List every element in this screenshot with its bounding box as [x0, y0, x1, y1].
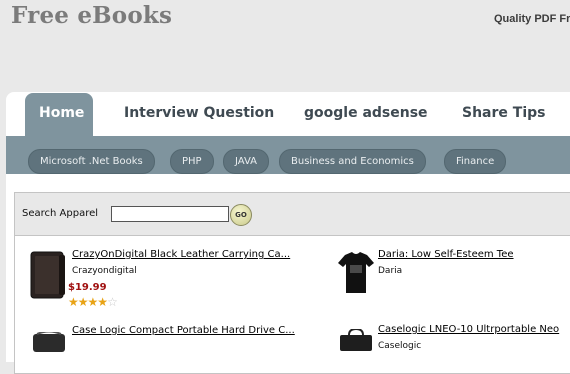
search-label: Search Apparel — [22, 208, 99, 219]
product-brand: Crazyondigital — [72, 266, 137, 276]
category-bar: Microsoft .Net Books PHP JAVA Business a… — [6, 136, 570, 174]
product-image-leather-case[interactable] — [29, 249, 69, 305]
star-icon: ★ — [77, 295, 89, 309]
main-panel: Home Interview Question google adsense S… — [6, 92, 570, 374]
product-item: CrazyOnDigital Black Leather Carrying Ca… — [29, 249, 329, 311]
tab-home[interactable]: Home — [25, 93, 93, 136]
search-input[interactable] — [111, 206, 229, 222]
category-business-and-economics[interactable]: Business and Economics — [279, 149, 426, 174]
main-nav-tabs: Home Interview Question google adsense S… — [6, 92, 570, 136]
go-button[interactable]: GO — [230, 204, 252, 226]
rating-stars: ★★★★☆ — [68, 295, 118, 309]
product-title[interactable]: Caselogic LNEO-10 Ultrportable Neo — [378, 324, 559, 335]
site-title[interactable]: Free eBooks — [11, 2, 172, 29]
star-icon: ★ — [87, 295, 99, 309]
category-java[interactable]: JAVA — [223, 149, 270, 174]
tab-google-adsense[interactable]: google adsense — [304, 93, 428, 136]
product-brand: Daria — [378, 266, 403, 276]
tab-interview-question[interactable]: Interview Question — [124, 93, 274, 136]
star-icon: ★ — [68, 295, 79, 309]
category-microsoft-net-books[interactable]: Microsoft .Net Books — [28, 149, 155, 174]
search-bar: Search Apparel GO — [15, 193, 570, 236]
site-tagline: Quality PDF Fr — [494, 13, 570, 25]
product-image-hard-drive-case[interactable] — [29, 330, 69, 356]
product-image-daria-tee[interactable] — [335, 249, 377, 299]
product-price: $19.99 — [68, 282, 107, 293]
star-icon: ★ — [97, 295, 108, 309]
product-item: Case Logic Compact Portable Hard Drive C… — [29, 322, 329, 362]
amazon-widget: Search Apparel GO CrazyOnDigital Black L… — [14, 192, 570, 374]
product-item: Daria: Low Self-Esteem Tee Daria — [335, 249, 570, 311]
tab-share-tips[interactable]: Share Tips — [462, 93, 545, 136]
product-image-caselogic-bag[interactable] — [335, 327, 377, 355]
star-empty-icon: ☆ — [107, 295, 118, 309]
product-title[interactable]: Daria: Low Self-Esteem Tee — [378, 249, 514, 260]
category-php[interactable]: PHP — [170, 149, 214, 174]
product-title[interactable]: CrazyOnDigital Black Leather Carrying Ca… — [72, 249, 290, 260]
category-finance[interactable]: Finance — [444, 149, 507, 174]
product-title[interactable]: Case Logic Compact Portable Hard Drive C… — [72, 324, 312, 337]
product-item: Caselogic LNEO-10 Ultrportable Neo Casel… — [335, 322, 570, 362]
